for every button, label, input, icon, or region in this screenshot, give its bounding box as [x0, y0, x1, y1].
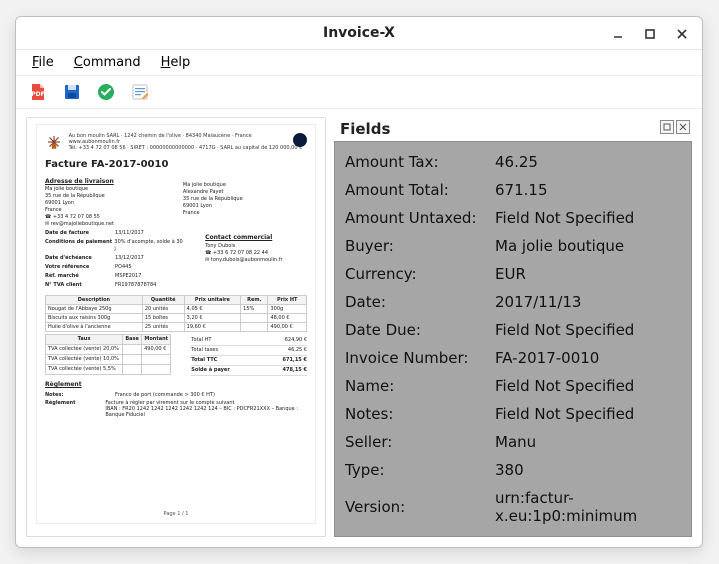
fields-panel: Fields Amount Tax:46.25Amount Total:671.… — [334, 117, 692, 537]
field-label: Date Due: — [345, 321, 495, 339]
menubar: File Command Help — [16, 50, 702, 77]
ship-address: Ma jolie boutique Alexandre Payet 35 rue… — [183, 182, 301, 217]
field-value: FA-2017-0010 — [495, 349, 681, 367]
menu-command[interactable]: Command — [66, 52, 149, 73]
field-label: Amount Tax: — [345, 153, 495, 171]
panel-detach-icon[interactable] — [660, 120, 674, 134]
close-button[interactable] — [668, 22, 696, 46]
contact-block: Tony Dubois ☎ +33 6 72 07 08 22 44 ✉ ton… — [205, 243, 307, 264]
svg-text:PDF: PDF — [31, 91, 44, 98]
field-row: Currency:EUR — [345, 260, 681, 288]
maximize-button[interactable] — [636, 22, 664, 46]
field-label: Notes: — [345, 405, 495, 423]
field-value: Field Not Specified — [495, 321, 681, 339]
field-label: Amount Total: — [345, 181, 495, 199]
menu-help[interactable]: Help — [153, 52, 199, 73]
field-value: 2017/11/13 — [495, 293, 681, 311]
field-value: Field Not Specified — [495, 377, 681, 395]
field-row: Name:Field Not Specified — [345, 372, 681, 400]
totals-box: Total HT624,90 € Total taxes46,25 € Tota… — [191, 336, 307, 376]
field-label: Date: — [345, 293, 495, 311]
field-row: Invoice Number:FA-2017-0010 — [345, 344, 681, 372]
company-header2: Tél: +33 4 72 07 08 56 · SIRET : 0000000… — [69, 145, 303, 151]
fields-panel-title: Fields — [340, 120, 390, 138]
field-value: Ma jolie boutique — [495, 237, 681, 255]
field-value: Manu — [495, 433, 681, 451]
field-label: Amount Untaxed: — [345, 209, 495, 227]
check-icon[interactable] — [94, 80, 118, 104]
field-value: urn:factur-x.eu:1p0:minimum — [495, 489, 681, 525]
field-label: Seller: — [345, 433, 495, 451]
field-value: Field Not Specified — [495, 405, 681, 423]
field-row: Date Due:Field Not Specified — [345, 316, 681, 344]
field-label: Type: — [345, 461, 495, 479]
field-label: Version: — [345, 498, 495, 516]
invoice-tva-table: Taux Base Montant TVA collectée (vente) … — [45, 334, 171, 375]
addr-heading: Adresse de livraison — [45, 178, 163, 186]
field-label: Buyer: — [345, 237, 495, 255]
field-row: Amount Untaxed:Field Not Specified — [345, 204, 681, 232]
minimize-button[interactable] — [604, 22, 632, 46]
field-label: Name: — [345, 377, 495, 395]
field-row: Buyer:Ma jolie boutique — [345, 232, 681, 260]
windmill-icon — [45, 133, 63, 151]
document-preview[interactable]: Au bon moulin SARL · 1242 chemin de l'ol… — [26, 117, 326, 537]
field-value: 380 — [495, 461, 681, 479]
toolbar: PDF — [16, 76, 702, 109]
brand-dot-icon — [293, 133, 307, 147]
app-window: Invoice-X File Command Help PDF — [15, 16, 703, 548]
titlebar: Invoice-X — [16, 17, 702, 50]
edit-icon[interactable] — [128, 80, 152, 104]
field-value: 46.25 — [495, 153, 681, 171]
buyer-address: Ma jolie boutique 35 rue de la Républiqu… — [45, 186, 163, 228]
invoice-title: Facture FA-2017-0010 — [45, 159, 307, 170]
field-label: Invoice Number: — [345, 349, 495, 367]
field-row: Amount Tax:46.25 — [345, 148, 681, 176]
pdf-icon[interactable]: PDF — [26, 80, 50, 104]
panel-close-icon[interactable] — [676, 120, 690, 134]
save-icon[interactable] — [60, 80, 84, 104]
field-value: EUR — [495, 265, 681, 283]
invoice-line-table: Description Quantité Prix unitaire Rem. … — [45, 295, 307, 332]
contact-heading: Contact commercial — [205, 234, 307, 242]
field-row: Notes:Field Not Specified — [345, 400, 681, 428]
field-row: Seller:Manu — [345, 428, 681, 456]
page-number: Page 1 / 1 — [37, 511, 315, 517]
field-row: Version:urn:factur-x.eu:1p0:minimum — [345, 484, 681, 530]
field-row: Type:380 — [345, 456, 681, 484]
window-title: Invoice-X — [16, 25, 702, 41]
field-value: Field Not Specified — [495, 209, 681, 227]
field-row: Date:2017/11/13 — [345, 288, 681, 316]
menu-file[interactable]: File — [24, 52, 62, 73]
field-value: 671.15 — [495, 181, 681, 199]
field-label: Currency: — [345, 265, 495, 283]
field-row: Amount Total:671.15 — [345, 176, 681, 204]
